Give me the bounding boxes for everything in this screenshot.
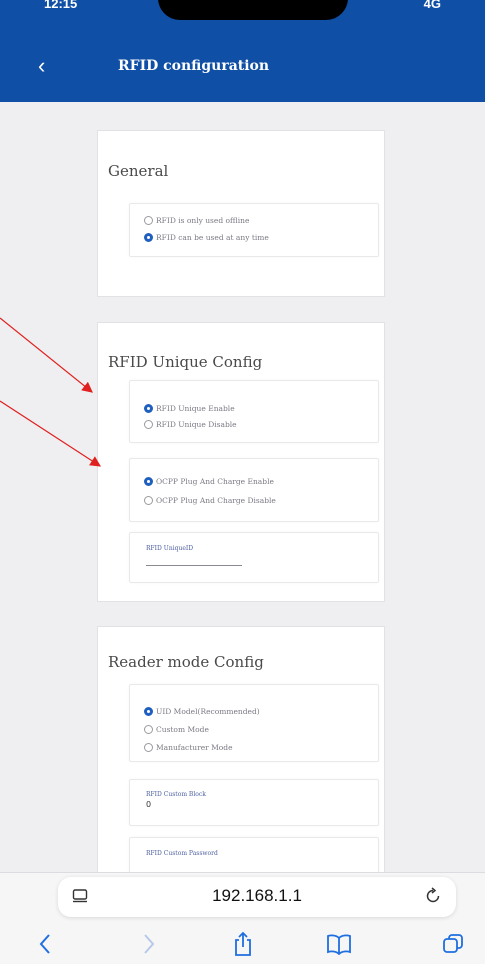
- browser-forward-icon[interactable]: [134, 929, 164, 959]
- browser-back-icon[interactable]: [30, 929, 60, 959]
- url-text[interactable]: 192.168.1.1: [58, 886, 456, 906]
- annotation-arrow-2: [0, 400, 102, 467]
- browser-bar: 192.168.1.1: [0, 872, 485, 964]
- annotation-arrow-1: [0, 317, 93, 393]
- reload-icon[interactable]: [424, 887, 442, 905]
- annotation-arrows: [0, 317, 102, 467]
- browser-toolbar: [0, 929, 485, 959]
- bookmarks-icon[interactable]: [324, 929, 354, 959]
- tabs-icon[interactable]: [438, 929, 468, 959]
- address-bar[interactable]: 192.168.1.1: [58, 877, 456, 917]
- share-icon[interactable]: [228, 929, 258, 959]
